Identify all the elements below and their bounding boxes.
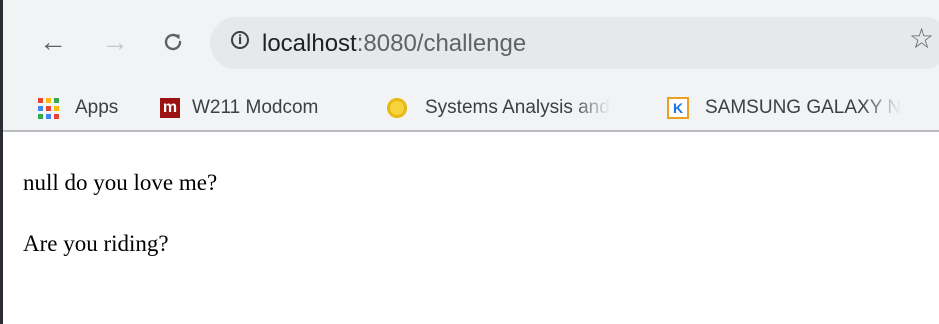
bookmark-label: Systems Analysis and	[425, 97, 610, 118]
reload-button[interactable]	[153, 22, 193, 62]
site-info-icon[interactable]: i	[231, 31, 249, 49]
arrow-left-icon: ←	[39, 26, 67, 57]
forward-button[interactable]: →	[95, 22, 135, 62]
message-line-1: null do you love me?	[23, 170, 218, 195]
bookmark-apps[interactable]: Apps	[38, 86, 118, 130]
apps-grid-dot	[46, 113, 51, 119]
url-text[interactable]: localhost:8080/challenge	[262, 30, 526, 58]
k-logo-icon: K	[667, 97, 689, 119]
bookmark-label: SAMSUNG GALAXY N	[705, 97, 902, 118]
page-content: null do you love me? Are you riding?	[3, 132, 939, 324]
apps-grid-icon	[38, 97, 59, 119]
apps-grid-dot	[46, 97, 51, 103]
bookmark-samsung-galaxy[interactable]: K SAMSUNG GALAXY N	[667, 86, 901, 130]
address-bar[interactable]: i localhost:8080/challenge	[210, 17, 939, 69]
m-logo-icon: m	[160, 98, 180, 118]
reload-icon	[164, 33, 182, 51]
apps-grid-dot	[54, 105, 59, 111]
url-host: localhost	[262, 30, 357, 57]
url-path: :8080/challenge	[356, 30, 527, 57]
back-button[interactable]: ←	[33, 22, 73, 62]
bookmarks-bar: Apps m W211 Modcom Systems Analysis and …	[3, 86, 939, 132]
apps-grid-dot	[38, 113, 43, 119]
apps-grid-dot	[54, 113, 59, 119]
bookmark-systems-analysis[interactable]: Systems Analysis and	[387, 86, 610, 130]
bookmark-w211-modcom[interactable]: m W211 Modcom	[160, 86, 318, 130]
seal-icon	[387, 98, 407, 118]
apps-grid-dot	[54, 97, 59, 103]
bookmark-star-icon[interactable]: ☆	[909, 25, 934, 53]
bookmark-label: Apps	[75, 97, 119, 118]
bookmark-label: W211 Modcom	[192, 97, 319, 118]
apps-grid-dot	[46, 105, 51, 111]
apps-grid-dot	[38, 105, 43, 111]
message-line-2: Are you riding?	[23, 231, 169, 256]
apps-grid-dot	[38, 97, 43, 103]
browser-toolbar: ← → i localhost:8080/challenge ☆	[3, 0, 939, 86]
arrow-right-icon: →	[101, 26, 129, 57]
